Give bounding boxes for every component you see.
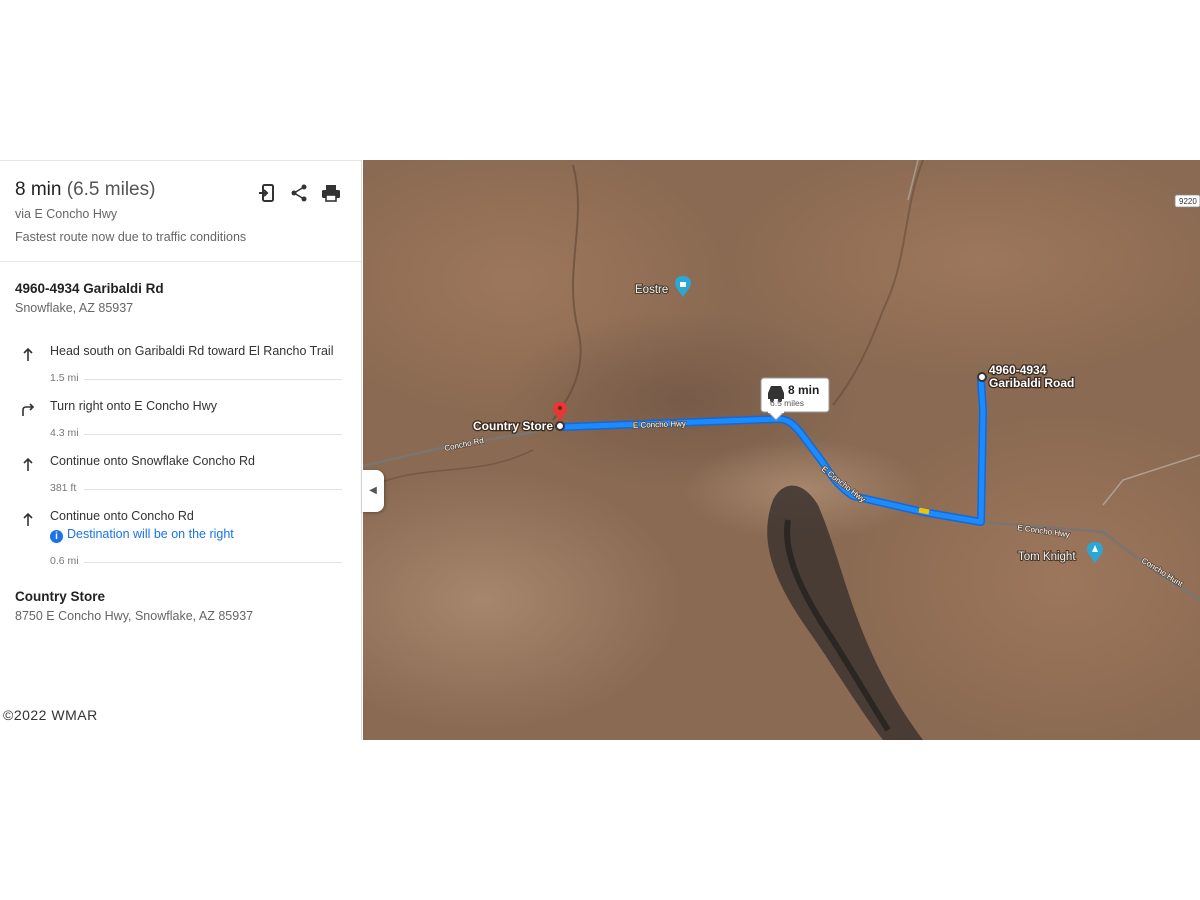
step-note-text: Destination will be on the right (67, 527, 234, 541)
route-note: Fastest route now due to traffic conditi… (15, 230, 247, 244)
step-distance-row: 1.5 mi (50, 372, 342, 386)
destination-name: Country Store (15, 589, 106, 604)
step-distance-row: 381 ft (50, 482, 342, 496)
step-distance-row: 0.6 mi (50, 555, 342, 569)
end-place-label-line2[interactable]: Garibaldi Road (988, 375, 1076, 392)
directions-screenshot: 8 min (6.5 miles) via E Concho Hwy Faste… (0, 160, 1200, 740)
divider (84, 434, 342, 435)
collapse-panel-button[interactable]: ◀ (362, 470, 384, 512)
divider (84, 489, 342, 490)
directions-panel: 8 min (6.5 miles) via E Concho Hwy Faste… (0, 160, 362, 740)
distance-text: (6.5 miles) (66, 179, 156, 200)
road-sign-label: 9220 (1179, 197, 1197, 206)
route-duration: 8 min (6.5 miles) (15, 179, 246, 201)
origin-name: 4960-4934 Garibaldi Rd (15, 281, 164, 296)
step-distance: 1.5 mi (50, 372, 79, 384)
divider (84, 562, 342, 563)
step-distance: 381 ft (50, 482, 77, 494)
divider (0, 261, 361, 262)
step-note: i Destination will be on the right (50, 527, 234, 543)
destination-marker[interactable] (555, 421, 565, 431)
step-instruction: Continue onto Snowflake Concho Rd (50, 454, 255, 468)
step-instruction: Continue onto Concho Rd (50, 509, 194, 523)
map-view[interactable]: 8 min 6.5 miles Country Store 4960-4934 … (363, 160, 1200, 740)
watermark: ©2022 WMAR (3, 707, 98, 723)
divider (84, 379, 342, 380)
start-place-label[interactable]: Country Store (472, 418, 555, 435)
arrow-up-icon (20, 456, 36, 472)
end-place-label-line1[interactable]: 4960-4934 (988, 362, 1048, 379)
turn-right-icon (20, 401, 36, 417)
step-instruction: Head south on Garibaldi Rd toward El Ran… (50, 344, 334, 358)
callout-distance: 6.5 miles (770, 398, 804, 408)
route-actions (257, 183, 341, 203)
route-summary: 8 min (6.5 miles) via E Concho Hwy Faste… (15, 179, 246, 244)
chevron-left-icon: ◀ (369, 485, 377, 496)
origin-marker[interactable] (977, 372, 987, 382)
step-instruction: Turn right onto E Concho Hwy (50, 399, 217, 413)
road-label: E Concho Hwy (633, 419, 686, 430)
step-distance-row: 4.3 mi (50, 427, 342, 441)
poi-label[interactable]: Tom Knight (1017, 550, 1077, 564)
origin-address: Snowflake, AZ 85937 (15, 301, 134, 315)
callout-time: 8 min (788, 383, 819, 397)
origin-place: 4960-4934 Garibaldi Rd Snowflake, AZ 859… (15, 281, 164, 315)
print-icon[interactable] (321, 183, 341, 203)
step-distance: 4.3 mi (50, 427, 79, 439)
info-icon: i (50, 530, 63, 543)
step-distance: 0.6 mi (50, 555, 79, 567)
arrow-up-icon (20, 511, 36, 527)
send-to-phone-icon[interactable] (257, 183, 277, 203)
route-via: via E Concho Hwy (15, 207, 118, 221)
duration-text: 8 min (15, 179, 62, 200)
satellite-map[interactable]: 8 min 6.5 miles Country Store 4960-4934 … (363, 160, 1200, 740)
traffic-segment (918, 507, 930, 515)
share-icon[interactable] (289, 183, 309, 203)
destination-place: Country Store 8750 E Concho Hwy, Snowfla… (15, 589, 253, 623)
arrow-up-icon (20, 346, 36, 362)
poi-label[interactable]: Eostre (634, 283, 669, 297)
pin-icon-dot (557, 405, 563, 411)
destination-address: 8750 E Concho Hwy, Snowflake, AZ 85937 (15, 609, 254, 623)
